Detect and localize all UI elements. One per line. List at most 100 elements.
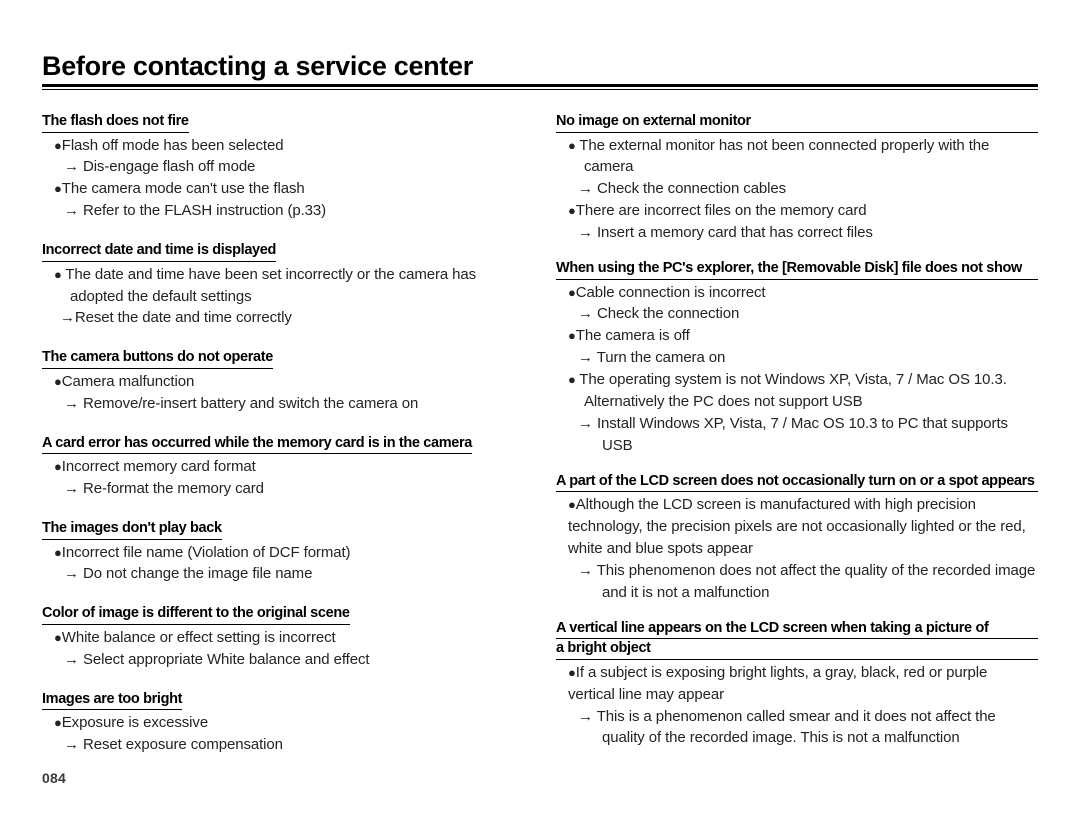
section-items: ● The external monitor has not been conn… — [556, 135, 1038, 244]
cause-line: ●The camera mode can't use the flash — [42, 178, 532, 200]
solution-line: → Check the connection — [556, 303, 1038, 325]
solution-line: → Re-format the memory card — [42, 478, 532, 500]
arrow-icon: → — [578, 349, 597, 367]
section-heading-line: Images are too bright — [42, 690, 182, 711]
section-items: ●Incorrect file name (Violation of DCF f… — [42, 542, 532, 586]
solution-line: → Check the connection cables — [556, 178, 1038, 200]
title-rule-thin — [42, 89, 1038, 91]
solution-line: → Install Windows XP, Vista, 7 / Mac OS … — [556, 413, 1038, 457]
bullet-icon: ● — [54, 181, 62, 197]
cause-text: The external monitor has not been connec… — [579, 136, 990, 176]
cause-text: There are incorrect files on the memory … — [575, 202, 867, 220]
section-items: ●White balance or effect setting is inco… — [42, 627, 532, 671]
section-heading: Incorrect date and time is displayed — [42, 241, 532, 262]
troubleshoot-section: The flash does not fire ●Flash off mode h… — [42, 112, 532, 222]
section-heading-line: Color of image is different to the origi… — [42, 604, 350, 625]
solution-text: Dis-engage flash off mode — [82, 158, 256, 176]
page-title: Before contacting a service center — [42, 51, 473, 81]
troubleshoot-section: A part of the LCD screen does not occasi… — [556, 472, 1038, 604]
solution-text: Check the connection cables — [596, 180, 787, 198]
cause-text: Incorrect file name (Violation of DCF fo… — [61, 543, 351, 561]
arrow-icon: → — [578, 305, 597, 323]
solution-line: → This phenomenon does not affect the qu… — [556, 560, 1038, 604]
cause-text: The camera is off — [575, 327, 690, 345]
section-items: ●Although the LCD screen is manufactured… — [556, 494, 1038, 603]
section-items: ●Exposure is excessive → Reset exposure c… — [42, 712, 532, 756]
bullet-icon: ● — [568, 284, 576, 300]
solution-line: → Select appropriate White balance and e… — [42, 649, 532, 671]
bullet-icon: ● — [54, 715, 62, 731]
section-heading: A part of the LCD screen does not occasi… — [556, 472, 1038, 493]
troubleshoot-section: When using the PC's explorer, the [Remov… — [556, 259, 1038, 457]
cause-line: ●Cable connection is incorrect — [556, 282, 1038, 304]
section-items: ●Cable connection is incorrect → Check th… — [556, 282, 1038, 457]
solution-line: → Remove/re-insert battery and switch th… — [42, 393, 532, 415]
cause-line: ●White balance or effect setting is inco… — [42, 627, 532, 649]
solution-line: → Turn the camera on — [556, 347, 1038, 369]
section-heading: A card error has occurred while the memo… — [42, 434, 532, 455]
bullet-icon: ● — [54, 459, 62, 475]
solution-text: Insert a memory card that has correct fi… — [596, 224, 873, 242]
solution-line: → Reset exposure compensation — [42, 734, 532, 756]
page-header: Before contacting a service center — [42, 51, 1038, 91]
solution-text: Select appropriate White balance and eff… — [82, 650, 370, 668]
arrow-icon: → — [64, 480, 83, 498]
cause-text: Cable connection is incorrect — [575, 283, 766, 301]
bullet-icon: ● — [54, 373, 62, 389]
troubleshoot-section: A card error has occurred while the memo… — [42, 434, 532, 500]
cause-text: White balance or effect setting is incor… — [61, 628, 336, 646]
solution-line: → Do not change the image file name — [42, 563, 532, 585]
bullet-icon: ● — [568, 497, 576, 513]
troubleshoot-section: Color of image is different to the origi… — [42, 604, 532, 670]
section-items: ● The date and time have been set incorr… — [42, 264, 532, 330]
arrow-icon: → — [578, 224, 597, 242]
cause-line: ●The camera is off — [556, 325, 1038, 347]
troubleshoot-section: The images don't play back ●Incorrect fil… — [42, 519, 532, 585]
cause-line: ●Flash off mode has been selected — [42, 135, 532, 157]
solution-text: Do not change the image file name — [82, 565, 313, 583]
section-heading-line: A part of the LCD screen does not occasi… — [556, 472, 1038, 493]
section-heading-line: a bright object — [556, 639, 1038, 660]
solution-text: This is a phenomenon called smear and it… — [596, 707, 996, 747]
arrow-icon: → — [64, 565, 83, 583]
section-heading-line: The flash does not fire — [42, 112, 189, 133]
solution-text: Reset exposure compensation — [82, 736, 283, 754]
arrow-icon: → — [578, 561, 597, 579]
arrow-icon: → — [64, 394, 83, 412]
solution-text: This phenomenon does not affect the qual… — [596, 561, 1036, 601]
section-heading-line: Incorrect date and time is displayed — [42, 241, 276, 262]
solution-text: Refer to the FLASH instruction (p.33) — [82, 202, 327, 220]
solution-line: → Dis-engage flash off mode — [42, 156, 532, 178]
title-rule-thick — [42, 84, 1038, 88]
section-heading-line: A vertical line appears on the LCD scree… — [556, 619, 1038, 640]
solution-line: →Reset the date and time correctly — [42, 307, 532, 329]
cause-text: Camera malfunction — [61, 372, 195, 390]
cause-line: ●Incorrect memory card format — [42, 456, 532, 478]
right-column: No image on external monitor ● The extern… — [556, 112, 1038, 751]
section-heading-line: The images don't play back — [42, 519, 222, 540]
cause-text: Although the LCD screen is manufactured … — [568, 496, 1026, 557]
section-heading: When using the PC's explorer, the [Remov… — [556, 259, 1038, 280]
section-heading-line: The camera buttons do not operate — [42, 348, 273, 369]
cause-line: ● The date and time have been set incorr… — [42, 264, 532, 308]
cause-line: ●Incorrect file name (Violation of DCF f… — [42, 542, 532, 564]
bullet-icon: ● — [568, 372, 580, 388]
arrow-icon: → — [64, 158, 83, 176]
section-heading-line: No image on external monitor — [556, 112, 1038, 133]
cause-line: ●Camera malfunction — [42, 371, 532, 393]
cause-line: ●Exposure is excessive — [42, 712, 532, 734]
section-heading: The images don't play back — [42, 519, 532, 540]
section-heading: Images are too bright — [42, 690, 532, 711]
arrow-icon: → — [578, 707, 597, 725]
arrow-icon: → — [578, 414, 597, 432]
cause-line: ●Although the LCD screen is manufactured… — [556, 494, 1038, 560]
